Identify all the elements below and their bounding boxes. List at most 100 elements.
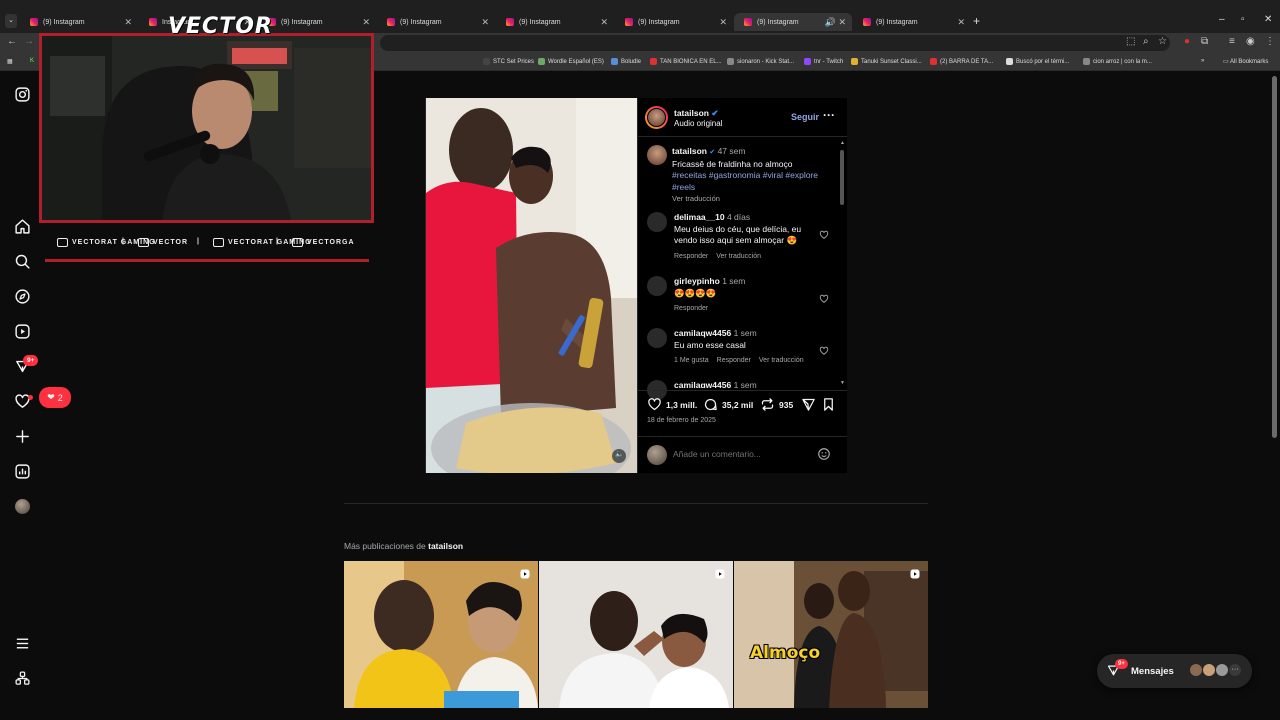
commenter-avatar[interactable]: [647, 212, 667, 232]
bookmark-item[interactable]: TAN BIONICA EN EL...: [650, 58, 722, 65]
instagram-logo-icon[interactable]: [14, 86, 31, 103]
like-icon[interactable]: [647, 397, 662, 412]
mute-icon[interactable]: 🔈: [615, 450, 624, 458]
comments-count-label[interactable]: 35,2 mil: [722, 400, 753, 410]
comment-action[interactable]: Ver traducción: [759, 357, 804, 364]
browser-tab[interactable]: (9) Instagram ✕: [377, 13, 495, 31]
post-video[interactable]: 🔈: [426, 98, 637, 473]
search-icon[interactable]: [14, 253, 31, 270]
more-post-thumb-3[interactable]: Almoço: [734, 561, 928, 708]
browser-tab[interactable]: (9) Instagram ✕: [615, 13, 733, 31]
post-date[interactable]: 18 de febrero de 2025: [647, 417, 716, 424]
more-menu-icon[interactable]: [14, 635, 31, 652]
bookmark-item[interactable]: tnr - Twitch: [804, 58, 843, 65]
audio-playing-icon[interactable]: 🔊: [825, 17, 836, 28]
save-bookmark-icon[interactable]: [821, 397, 836, 412]
author-name[interactable]: tatailson ✔: [674, 108, 718, 119]
all-bookmarks[interactable]: ▭ All Bookmarks: [1223, 58, 1268, 65]
comment-like-icon[interactable]: [819, 294, 829, 304]
commenter-avatar[interactable]: [647, 276, 667, 296]
maximize-button[interactable]: ▫: [1241, 14, 1245, 25]
comment-like-icon[interactable]: [819, 346, 829, 356]
home-icon[interactable]: [14, 218, 31, 235]
close-window-button[interactable]: ✕: [1264, 14, 1272, 25]
bookmark-item[interactable]: Tanuki Sunset Classi...: [851, 58, 922, 65]
comment-user[interactable]: camilaqw4456: [674, 380, 731, 388]
create-plus-icon[interactable]: [14, 428, 31, 445]
comment-like-icon[interactable]: [819, 230, 829, 240]
comment-action[interactable]: Ver traducción: [716, 253, 761, 260]
reposts-count-label[interactable]: 935: [779, 400, 793, 410]
caption-hashtags[interactable]: #receitas #gastronomia #viral #explore #…: [672, 170, 818, 192]
media-icon[interactable]: ≡: [1229, 36, 1235, 47]
new-tab-button[interactable]: +: [973, 14, 980, 28]
close-tab-icon[interactable]: ✕: [957, 17, 965, 28]
more-post-thumb-1[interactable]: [344, 561, 538, 708]
close-tab-icon[interactable]: ✕: [124, 17, 132, 28]
comment-user[interactable]: girleypinho: [674, 276, 720, 286]
page-scrollbar[interactable]: [1272, 76, 1277, 438]
more-post-thumb-2[interactable]: [539, 561, 733, 708]
extension-icon[interactable]: ●: [1184, 36, 1190, 47]
comment-user[interactable]: delimaa__10: [674, 212, 725, 222]
close-tab-icon[interactable]: ✕: [719, 17, 727, 28]
caption-author[interactable]: tatailson: [672, 146, 707, 156]
caption-avatar[interactable]: [647, 145, 667, 165]
explore-icon[interactable]: [14, 288, 31, 305]
bookmarks-more-icon[interactable]: »: [1201, 58, 1204, 64]
emoji-icon[interactable]: [817, 447, 831, 461]
browser-tab[interactable]: (9) Instagram 🔊 ✕: [734, 13, 852, 31]
kick-icon[interactable]: K: [30, 58, 34, 64]
bookmark-item[interactable]: Boludle: [611, 58, 641, 65]
author-avatar[interactable]: [645, 106, 668, 129]
address-bar[interactable]: [380, 35, 1170, 51]
repost-icon[interactable]: [760, 397, 775, 412]
extensions-puzzle-icon[interactable]: ⧉: [1201, 36, 1208, 47]
more-posts-author[interactable]: tatailson: [428, 541, 463, 551]
browser-tab[interactable]: (9) Instagram ✕: [258, 13, 376, 31]
reels-icon[interactable]: [14, 323, 31, 340]
install-icon[interactable]: ⬚: [1126, 36, 1135, 47]
comment-action[interactable]: Responder: [674, 305, 708, 312]
social-label: VECTOR: [153, 239, 189, 246]
comment-input[interactable]: [673, 447, 803, 461]
comment-user[interactable]: camilaqw4456: [674, 328, 731, 338]
back-icon[interactable]: ←: [7, 36, 17, 47]
also-from-meta-icon[interactable]: [14, 670, 31, 687]
likes-count-label[interactable]: 1,3 mill.: [666, 400, 697, 410]
close-tab-icon[interactable]: ✕: [481, 17, 489, 28]
comment-action[interactable]: 1 Me gusta: [674, 357, 709, 364]
forward-icon[interactable]: →: [24, 36, 34, 47]
bookmark-item[interactable]: STC Set Prices: [483, 58, 534, 65]
comments-scrollbar[interactable]: ▲ ▼: [840, 140, 845, 386]
bookmark-item[interactable]: Buscó por el térmi...: [1006, 58, 1069, 65]
browser-menu-icon[interactable]: ⋮: [1265, 36, 1275, 47]
dashboard-icon[interactable]: [14, 463, 31, 480]
comment-action[interactable]: Responder: [717, 357, 751, 364]
follow-button[interactable]: Seguir: [791, 112, 819, 122]
commenter-avatar[interactable]: [647, 328, 667, 348]
apps-icon[interactable]: ▦: [7, 58, 13, 65]
browser-tab[interactable]: (9) Instagram ✕: [20, 13, 138, 31]
tab-search-button[interactable]: ⌄: [5, 14, 17, 28]
zoom-icon[interactable]: ⌕: [1143, 36, 1149, 47]
audio-label[interactable]: Audio original: [674, 119, 722, 128]
minimize-button[interactable]: –: [1219, 14, 1225, 25]
browser-tab[interactable]: (9) Instagram ✕: [853, 13, 971, 31]
comment-action[interactable]: Responder: [674, 253, 708, 260]
profile-avatar-sidebar[interactable]: [15, 499, 30, 514]
comment-icon[interactable]: [703, 397, 718, 412]
close-tab-icon[interactable]: ✕: [362, 17, 370, 28]
bookmark-item[interactable]: sionaron - Kick Stat...: [727, 58, 794, 65]
close-tab-icon[interactable]: ✕: [838, 17, 846, 28]
profile-avatar[interactable]: ◉: [1246, 36, 1255, 47]
caption-translate[interactable]: Ver traducción: [672, 194, 720, 203]
bookmark-item[interactable]: Wordle Español (ES): [538, 58, 604, 65]
bookmark-item[interactable]: cion arroz | con la m...: [1083, 58, 1152, 65]
bookmark-item[interactable]: (2) BARRA DE TA...: [930, 58, 993, 65]
share-icon[interactable]: [801, 397, 816, 412]
more-options-icon[interactable]: ···: [823, 108, 835, 122]
browser-tab[interactable]: (9) Instagram ✕: [496, 13, 614, 31]
close-tab-icon[interactable]: ✕: [600, 17, 608, 28]
bookmark-star-icon[interactable]: ☆: [1158, 36, 1167, 47]
